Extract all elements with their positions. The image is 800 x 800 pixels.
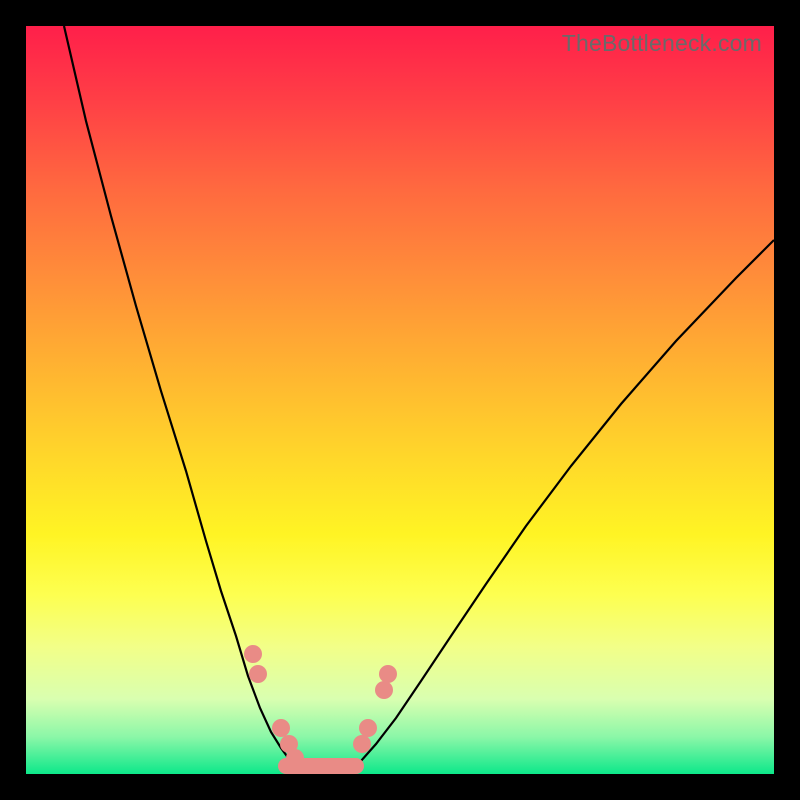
point-left-upper-1 bbox=[244, 645, 262, 663]
point-right-upper-4 bbox=[379, 665, 397, 683]
chart-plot-area: TheBottleneck.com bbox=[26, 26, 774, 774]
chart-svg bbox=[26, 26, 774, 774]
data-points bbox=[244, 645, 397, 767]
point-left-lower-1 bbox=[272, 719, 290, 737]
point-left-upper-2 bbox=[249, 665, 267, 683]
curve-left bbox=[64, 26, 301, 770]
point-right-upper-2 bbox=[353, 735, 371, 753]
curve-right bbox=[349, 240, 774, 770]
point-right-upper-3 bbox=[375, 681, 393, 699]
chart-frame: TheBottleneck.com bbox=[0, 0, 800, 800]
point-right-upper-1 bbox=[359, 719, 377, 737]
